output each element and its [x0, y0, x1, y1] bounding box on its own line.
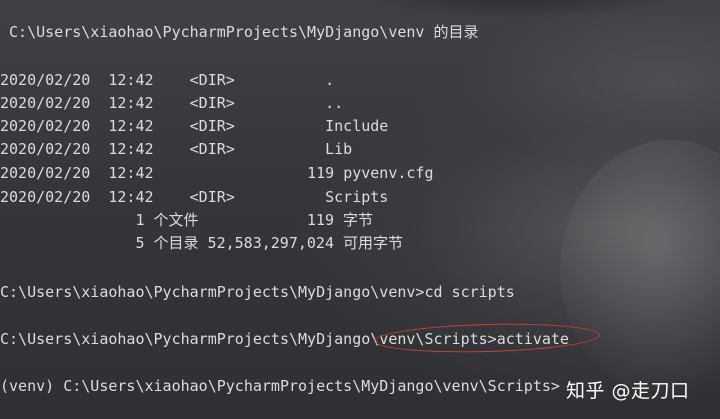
entry-time: 12:42 — [108, 71, 154, 89]
entry-date: 2020/02/20 — [0, 188, 91, 206]
entry-time: 12:42 — [108, 140, 154, 158]
entry-type: <DIR> — [189, 71, 235, 89]
wallpaper-face-shape — [560, 140, 720, 400]
entry-date: 2020/02/20 — [0, 117, 91, 135]
entry-name: .. — [325, 94, 344, 112]
entry-type: <DIR> — [189, 140, 235, 158]
entry-name: pyvenv.cfg — [343, 164, 434, 182]
entry-size: 119 — [307, 164, 335, 182]
zhihu-watermark: 知乎 @走刀口 — [566, 380, 690, 402]
directory-header: C:\Users\xiaohao\PycharmProjects\MyDjang… — [0, 23, 479, 41]
entry-name: Lib — [325, 140, 353, 158]
dir-entry-row: 2020/02/20 12:42 <DIR> Lib — [0, 139, 352, 159]
dir-entry-row: 2020/02/20 12:42 <DIR> Include — [0, 116, 388, 136]
venv-prompt[interactable]: (venv) C:\Users\xiaohao\PycharmProjects\… — [0, 376, 560, 396]
entry-time: 12:42 — [108, 164, 154, 182]
entry-time: 12:42 — [108, 188, 154, 206]
entry-date: 2020/02/20 — [0, 140, 91, 158]
dir-entry-row: 2020/02/20 12:42 119 pyvenv.cfg — [0, 163, 434, 183]
entry-date: 2020/02/20 — [0, 71, 91, 89]
dir-entry-row: 2020/02/20 12:42 <DIR> .. — [0, 93, 343, 113]
entry-type: <DIR> — [189, 188, 235, 206]
entry-date: 2020/02/20 — [0, 94, 91, 112]
entry-name: Scripts — [325, 188, 389, 206]
command-cd-scripts: C:\Users\xiaohao\PycharmProjects\MyDjang… — [0, 283, 515, 301]
entry-time: 12:42 — [108, 117, 154, 135]
summary-dirs: 5 个目录 52,583,297,024 可用字节 — [0, 234, 404, 252]
dir-entry-row: 2020/02/20 12:42 <DIR> Scripts — [0, 187, 388, 207]
summary-files: 1 个文件 119 字节 — [0, 211, 374, 229]
dir-entry-row: 2020/02/20 12:42 <DIR> . — [0, 70, 334, 90]
entry-type: <DIR> — [189, 117, 235, 135]
entry-name: . — [325, 71, 335, 89]
entry-name: Include — [325, 117, 389, 135]
entry-date: 2020/02/20 — [0, 164, 91, 182]
entry-type: <DIR> — [189, 94, 235, 112]
entry-time: 12:42 — [108, 94, 154, 112]
